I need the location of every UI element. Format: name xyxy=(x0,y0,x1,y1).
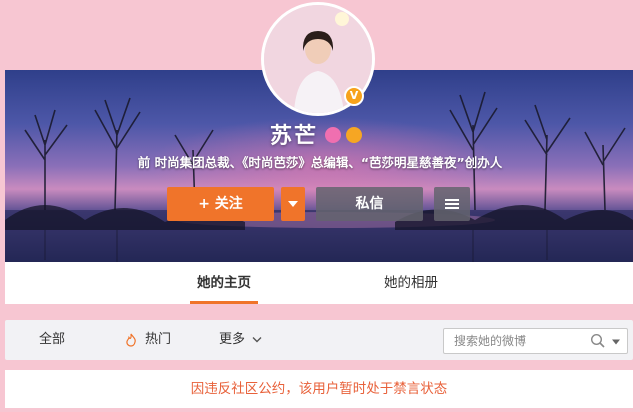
filter-hot[interactable]: 热门 xyxy=(125,320,185,360)
follow-button[interactable]: + 关注 xyxy=(167,187,274,221)
tab-home[interactable]: 她的主页 xyxy=(188,262,260,304)
search-icon[interactable] xyxy=(590,333,606,349)
caret-down-icon xyxy=(288,201,298,207)
ban-notice: 因违反社区公约，该用户暂时处于禁言状态 xyxy=(5,370,633,408)
profile-bio: 前 时尚集团总裁、《时尚芭莎》总编辑、“芭莎明星慈善夜”创办人 xyxy=(137,155,503,170)
search-dropdown-caret-icon[interactable] xyxy=(611,338,621,346)
profile-name: 苏芒 xyxy=(270,124,319,149)
filter-more-label: 更多 xyxy=(219,332,246,347)
profile-tabs: 她的主页 她的相册 xyxy=(5,262,633,304)
flame-icon xyxy=(126,333,136,347)
message-button[interactable]: 私信 xyxy=(316,187,423,221)
feed-filter-bar: 全部 热门 更多 xyxy=(5,320,633,360)
filter-all[interactable]: 全部 xyxy=(39,320,65,360)
menu-icon xyxy=(445,199,459,209)
follow-dropdown-button[interactable] xyxy=(281,187,305,221)
search-box xyxy=(443,328,628,354)
level-badge-icon[interactable] xyxy=(346,127,362,143)
verified-vip-icon: V xyxy=(344,86,364,106)
search-input[interactable] xyxy=(444,329,584,353)
filter-hot-label: 热门 xyxy=(145,332,172,347)
member-badge-icon[interactable] xyxy=(325,127,341,143)
tab-album[interactable]: 她的相册 xyxy=(375,262,447,304)
filter-more[interactable]: 更多 xyxy=(219,320,279,360)
more-options-button[interactable] xyxy=(434,187,470,221)
chevron-down-icon xyxy=(252,337,262,343)
